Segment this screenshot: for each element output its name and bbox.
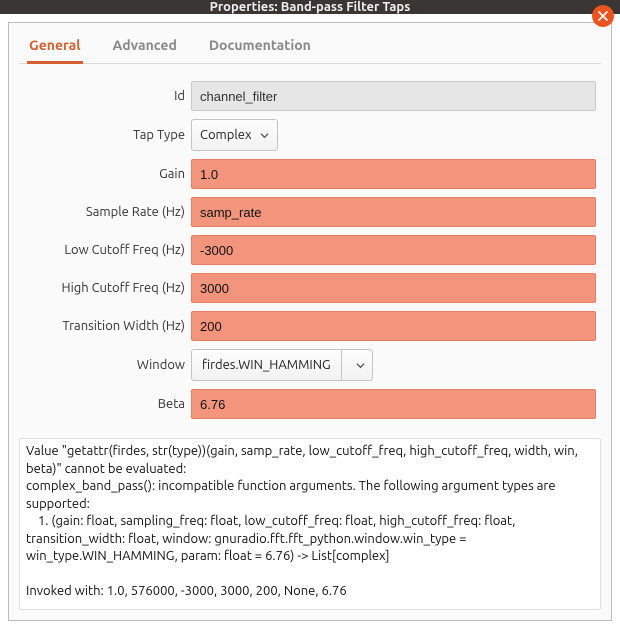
label-tap-type: Tap Type xyxy=(133,128,185,142)
window-value-text: firdes.WIN_HAMMING xyxy=(202,358,331,372)
close-icon xyxy=(598,11,608,21)
label-id: Id xyxy=(174,89,185,103)
label-low-cutoff: Low Cutoff Freq (Hz) xyxy=(64,243,185,257)
beta-field[interactable] xyxy=(191,389,596,419)
label-sample-rate: Sample Rate (Hz) xyxy=(86,205,185,219)
high-cutoff-field[interactable] xyxy=(191,273,596,303)
id-field[interactable] xyxy=(191,81,596,111)
tab-documentation[interactable]: Documentation xyxy=(207,33,313,63)
tab-label: Documentation xyxy=(209,37,311,53)
form-area: Id Tap Type Complex xyxy=(19,64,601,430)
label-window: Window xyxy=(137,358,185,372)
tab-label: Advanced xyxy=(113,37,177,53)
chevron-down-icon xyxy=(356,361,365,370)
tab-advanced[interactable]: Advanced xyxy=(111,33,179,63)
titlebar: Properties: Band-pass Filter Taps xyxy=(0,0,620,14)
close-button[interactable] xyxy=(592,5,614,27)
label-gain: Gain xyxy=(159,167,185,181)
tab-bar: General Advanced Documentation xyxy=(19,23,601,64)
window-dropdown[interactable]: firdes.WIN_HAMMING xyxy=(191,349,373,381)
window-title: Properties: Band-pass Filter Taps xyxy=(210,0,411,14)
tab-general[interactable]: General xyxy=(27,33,83,63)
window-value: firdes.WIN_HAMMING xyxy=(192,350,342,380)
dialog-window: Properties: Band-pass Filter Taps Genera… xyxy=(0,0,620,638)
gain-field[interactable] xyxy=(191,159,596,189)
content-panel: General Advanced Documentation Id Tap Ty… xyxy=(8,22,612,621)
error-message: Value "getattr(firdes, str(type))(gain, … xyxy=(19,438,601,610)
label-high-cutoff: High Cutoff Freq (Hz) xyxy=(62,281,185,295)
label-transition-width: Transition Width (Hz) xyxy=(62,319,185,333)
low-cutoff-field[interactable] xyxy=(191,235,596,265)
footer-bar: OK Cancel Apply xyxy=(0,629,620,638)
label-beta: Beta xyxy=(158,397,185,411)
window-dropdown-button[interactable] xyxy=(342,361,372,370)
tap-type-dropdown[interactable]: Complex xyxy=(191,119,278,151)
form-table: Id Tap Type Complex xyxy=(23,74,597,426)
sample-rate-field[interactable] xyxy=(191,197,596,227)
tab-label: General xyxy=(29,37,81,53)
chevron-down-icon xyxy=(260,131,269,140)
tap-type-value: Complex xyxy=(200,128,252,142)
transition-width-field[interactable] xyxy=(191,311,596,341)
